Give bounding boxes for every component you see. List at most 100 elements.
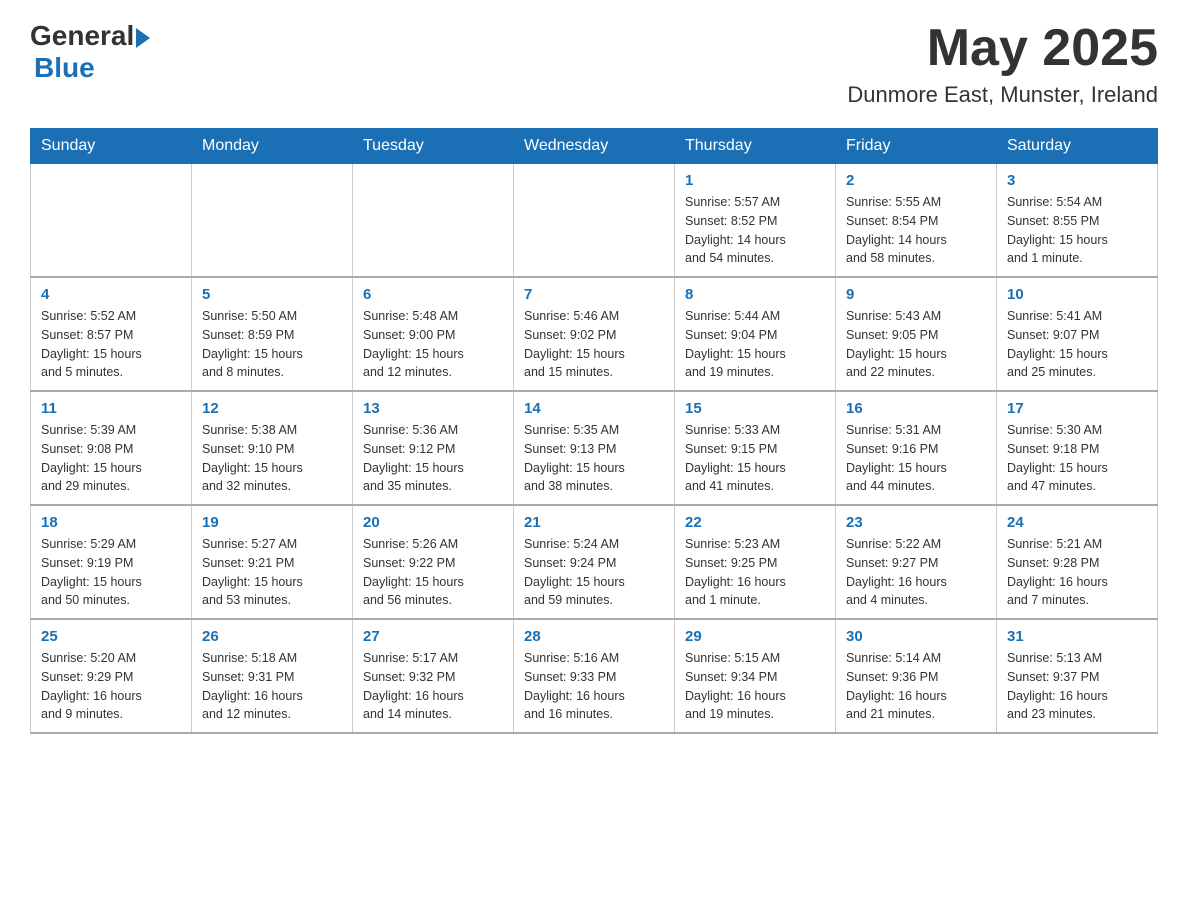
day-info: Sunrise: 5:17 AM Sunset: 9:32 PM Dayligh…: [363, 649, 503, 724]
calendar-cell: 1 Sunrise: 5:57 AM Sunset: 8:52 PM Daylig…: [675, 164, 836, 278]
day-info: Sunrise: 5:54 AM Sunset: 8:55 PM Dayligh…: [1007, 193, 1147, 268]
calendar-cell: 13 Sunrise: 5:36 AM Sunset: 9:12 PM Dayli…: [353, 391, 514, 505]
day-info: Sunrise: 5:39 AM Sunset: 9:08 PM Dayligh…: [41, 421, 181, 496]
day-number: 1: [685, 172, 825, 189]
day-info: Sunrise: 5:33 AM Sunset: 9:15 PM Dayligh…: [685, 421, 825, 496]
day-number: 16: [846, 400, 986, 417]
calendar-cell: 9 Sunrise: 5:43 AM Sunset: 9:05 PM Daylig…: [836, 277, 997, 391]
logo-general: General: [30, 20, 134, 52]
logo: General Blue: [30, 20, 150, 84]
calendar-body: 1 Sunrise: 5:57 AM Sunset: 8:52 PM Daylig…: [31, 164, 1158, 734]
day-number: 24: [1007, 514, 1147, 531]
calendar-cell: 8 Sunrise: 5:44 AM Sunset: 9:04 PM Daylig…: [675, 277, 836, 391]
month-title: May 2025: [847, 20, 1158, 77]
calendar-cell: 10 Sunrise: 5:41 AM Sunset: 9:07 PM Dayli…: [997, 277, 1158, 391]
day-info: Sunrise: 5:18 AM Sunset: 9:31 PM Dayligh…: [202, 649, 342, 724]
day-number: 26: [202, 628, 342, 645]
calendar-cell: 23 Sunrise: 5:22 AM Sunset: 9:27 PM Dayli…: [836, 505, 997, 619]
day-info: Sunrise: 5:21 AM Sunset: 9:28 PM Dayligh…: [1007, 535, 1147, 610]
day-info: Sunrise: 5:35 AM Sunset: 9:13 PM Dayligh…: [524, 421, 664, 496]
calendar-cell: 18 Sunrise: 5:29 AM Sunset: 9:19 PM Dayli…: [31, 505, 192, 619]
calendar-cell: 12 Sunrise: 5:38 AM Sunset: 9:10 PM Dayli…: [192, 391, 353, 505]
logo-blue: Blue: [34, 52, 95, 84]
calendar-cell: 2 Sunrise: 5:55 AM Sunset: 8:54 PM Daylig…: [836, 164, 997, 278]
day-number: 6: [363, 286, 503, 303]
location-title: Dunmore East, Munster, Ireland: [847, 82, 1158, 108]
day-info: Sunrise: 5:43 AM Sunset: 9:05 PM Dayligh…: [846, 307, 986, 382]
title-area: May 2025 Dunmore East, Munster, Ireland: [847, 20, 1158, 108]
day-info: Sunrise: 5:26 AM Sunset: 9:22 PM Dayligh…: [363, 535, 503, 610]
page-header: General Blue May 2025 Dunmore East, Muns…: [30, 20, 1158, 108]
calendar-cell: 20Sunrise: 5:26 AM Sunset: 9:22 PM Dayli…: [353, 505, 514, 619]
day-number: 14: [524, 400, 664, 417]
day-info: Sunrise: 5:44 AM Sunset: 9:04 PM Dayligh…: [685, 307, 825, 382]
day-info: Sunrise: 5:50 AM Sunset: 8:59 PM Dayligh…: [202, 307, 342, 382]
day-number: 19: [202, 514, 342, 531]
calendar-cell: [514, 164, 675, 278]
day-number: 17: [1007, 400, 1147, 417]
logo-arrow-icon: [136, 28, 150, 48]
day-number: 22: [685, 514, 825, 531]
calendar-cell: 16 Sunrise: 5:31 AM Sunset: 9:16 PM Dayli…: [836, 391, 997, 505]
day-info: Sunrise: 5:27 AM Sunset: 9:21 PM Dayligh…: [202, 535, 342, 610]
calendar-cell: 22Sunrise: 5:23 AM Sunset: 9:25 PM Dayli…: [675, 505, 836, 619]
day-number: 3: [1007, 172, 1147, 189]
calendar-cell: 28Sunrise: 5:16 AM Sunset: 9:33 PM Dayli…: [514, 619, 675, 733]
day-info: Sunrise: 5:57 AM Sunset: 8:52 PM Dayligh…: [685, 193, 825, 268]
day-info: Sunrise: 5:48 AM Sunset: 9:00 PM Dayligh…: [363, 307, 503, 382]
day-info: Sunrise: 5:15 AM Sunset: 9:34 PM Dayligh…: [685, 649, 825, 724]
calendar-cell: 31 Sunrise: 5:13 AM Sunset: 9:37 PM Dayli…: [997, 619, 1158, 733]
day-info: Sunrise: 5:16 AM Sunset: 9:33 PM Dayligh…: [524, 649, 664, 724]
day-number: 9: [846, 286, 986, 303]
day-number: 23: [846, 514, 986, 531]
day-info: Sunrise: 5:24 AM Sunset: 9:24 PM Dayligh…: [524, 535, 664, 610]
calendar-cell: 19 Sunrise: 5:27 AM Sunset: 9:21 PM Dayli…: [192, 505, 353, 619]
day-info: Sunrise: 5:38 AM Sunset: 9:10 PM Dayligh…: [202, 421, 342, 496]
day-info: Sunrise: 5:30 AM Sunset: 9:18 PM Dayligh…: [1007, 421, 1147, 496]
day-info: Sunrise: 5:20 AM Sunset: 9:29 PM Dayligh…: [41, 649, 181, 724]
calendar-cell: 11 Sunrise: 5:39 AM Sunset: 9:08 PM Dayli…: [31, 391, 192, 505]
day-number: 15: [685, 400, 825, 417]
day-number: 18: [41, 514, 181, 531]
day-info: Sunrise: 5:31 AM Sunset: 9:16 PM Dayligh…: [846, 421, 986, 496]
day-number: 31: [1007, 628, 1147, 645]
weekday-header-saturday: Saturday: [997, 129, 1158, 164]
day-info: Sunrise: 5:55 AM Sunset: 8:54 PM Dayligh…: [846, 193, 986, 268]
weekday-header-wednesday: Wednesday: [514, 129, 675, 164]
calendar-week-row: 4 Sunrise: 5:52 AM Sunset: 8:57 PM Daylig…: [31, 277, 1158, 391]
day-number: 13: [363, 400, 503, 417]
day-info: Sunrise: 5:22 AM Sunset: 9:27 PM Dayligh…: [846, 535, 986, 610]
day-number: 21: [524, 514, 664, 531]
calendar-week-row: 25 Sunrise: 5:20 AM Sunset: 9:29 PM Dayli…: [31, 619, 1158, 733]
calendar-cell: 14 Sunrise: 5:35 AM Sunset: 9:13 PM Dayli…: [514, 391, 675, 505]
day-number: 11: [41, 400, 181, 417]
day-info: Sunrise: 5:52 AM Sunset: 8:57 PM Dayligh…: [41, 307, 181, 382]
calendar-table: SundayMondayTuesdayWednesdayThursdayFrid…: [30, 128, 1158, 734]
day-info: Sunrise: 5:36 AM Sunset: 9:12 PM Dayligh…: [363, 421, 503, 496]
calendar-cell: 17 Sunrise: 5:30 AM Sunset: 9:18 PM Dayli…: [997, 391, 1158, 505]
calendar-cell: 15 Sunrise: 5:33 AM Sunset: 9:15 PM Dayli…: [675, 391, 836, 505]
calendar-cell: [31, 164, 192, 278]
calendar-cell: 3 Sunrise: 5:54 AM Sunset: 8:55 PM Daylig…: [997, 164, 1158, 278]
day-number: 29: [685, 628, 825, 645]
weekday-header-friday: Friday: [836, 129, 997, 164]
day-number: 12: [202, 400, 342, 417]
calendar-header: SundayMondayTuesdayWednesdayThursdayFrid…: [31, 129, 1158, 164]
weekday-header-tuesday: Tuesday: [353, 129, 514, 164]
day-number: 2: [846, 172, 986, 189]
calendar-cell: 4 Sunrise: 5:52 AM Sunset: 8:57 PM Daylig…: [31, 277, 192, 391]
weekday-header-sunday: Sunday: [31, 129, 192, 164]
calendar-cell: 7Sunrise: 5:46 AM Sunset: 9:02 PM Daylig…: [514, 277, 675, 391]
calendar-cell: 25 Sunrise: 5:20 AM Sunset: 9:29 PM Dayli…: [31, 619, 192, 733]
day-number: 25: [41, 628, 181, 645]
day-info: Sunrise: 5:41 AM Sunset: 9:07 PM Dayligh…: [1007, 307, 1147, 382]
calendar-week-row: 11 Sunrise: 5:39 AM Sunset: 9:08 PM Dayli…: [31, 391, 1158, 505]
day-info: Sunrise: 5:13 AM Sunset: 9:37 PM Dayligh…: [1007, 649, 1147, 724]
day-number: 8: [685, 286, 825, 303]
day-number: 10: [1007, 286, 1147, 303]
calendar-cell: 29 Sunrise: 5:15 AM Sunset: 9:34 PM Dayli…: [675, 619, 836, 733]
day-number: 27: [363, 628, 503, 645]
day-number: 4: [41, 286, 181, 303]
day-number: 7: [524, 286, 664, 303]
day-info: Sunrise: 5:29 AM Sunset: 9:19 PM Dayligh…: [41, 535, 181, 610]
